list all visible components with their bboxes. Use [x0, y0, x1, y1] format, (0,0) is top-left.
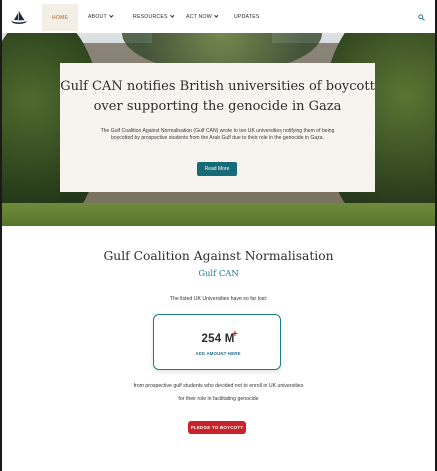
ship-logo-icon[interactable]	[10, 10, 28, 25]
top-nav: HOME ABOUT RESOURCES ACT NOW UPDATES	[2, 0, 435, 33]
nav-home-label: HOME	[51, 15, 69, 21]
hero-lawn	[2, 203, 435, 226]
footer-text-line1: from prospective gulf students who decid…	[133, 383, 304, 389]
plus-icon: +	[232, 329, 238, 340]
nav-item-about[interactable]: ABOUT	[88, 0, 114, 33]
chevron-down-icon	[109, 13, 114, 18]
lost-intro-text: The listed UK Universities have so far l…	[169, 296, 268, 302]
loss-counter-value: 254 M	[201, 333, 235, 345]
hero-title: Gulf CAN notifies British universities o…	[60, 79, 375, 114]
org-title: Gulf Coalition Against Normalisation	[103, 249, 334, 263]
nav-updates-label: UPDATES	[234, 14, 260, 20]
read-more-button[interactable]: Read More	[197, 162, 237, 176]
nav-act-now-label: ACT NOW	[186, 14, 212, 20]
search-icon[interactable]	[418, 14, 425, 21]
chevron-down-icon	[170, 13, 174, 18]
hero-card: Gulf CAN notifies British universities o…	[60, 63, 375, 192]
pledge-to-boycott-button[interactable]: PLEDGE TO BOYCOTT	[188, 421, 246, 434]
nav-resources-label: RESOURCES	[133, 14, 168, 20]
chevron-down-icon	[214, 13, 218, 18]
nav-about-label: ABOUT	[88, 14, 107, 20]
nav-item-act-now[interactable]: ACT NOW	[186, 0, 218, 33]
loss-counter-card: 254 M + ADD AMOUNT HERE	[153, 314, 281, 370]
add-amount-link[interactable]: ADD AMOUNT HERE	[154, 351, 282, 356]
nav-item-resources[interactable]: RESOURCES	[133, 0, 174, 33]
org-subtitle: Gulf CAN	[198, 268, 239, 278]
footer-text-line2: for their role in facilitating genocide	[178, 396, 259, 402]
nav-item-updates[interactable]: UPDATES	[234, 0, 260, 33]
nav-item-home[interactable]: HOME	[42, 4, 78, 31]
hero-banner: Gulf CAN notifies British universities o…	[2, 33, 435, 226]
hero-text: The Gulf Coalition Against Normalisation…	[100, 128, 335, 142]
